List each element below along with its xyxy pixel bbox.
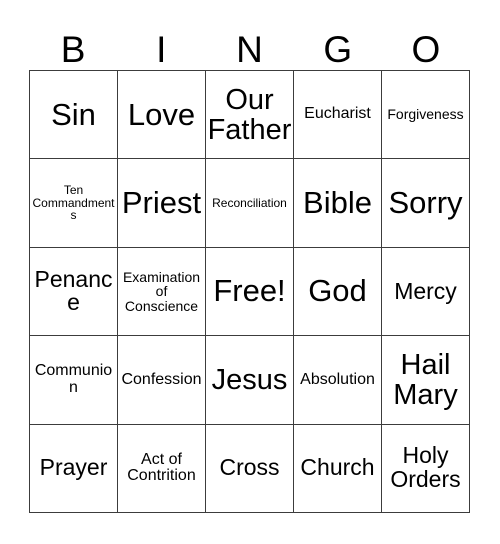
bingo-header-row: B I N G O [29,18,470,68]
bingo-cell-label: Communion [34,362,113,396]
bingo-card: B I N G O Sin Love Our Father Eucharist Forg… [0,0,500,544]
bingo-cell-label: Confession [121,370,202,388]
bingo-cell-label: Absolution [300,370,375,388]
bingo-cell-label: Ten Commandments [32,183,115,223]
bingo-cell[interactable]: Sorry [382,159,470,248]
bingo-cell-label: Church [300,454,375,481]
bingo-cell-label: Holy Orders [390,442,461,493]
bingo-cell[interactable]: Holy Orders [382,424,470,513]
bingo-cell-label: Priest [121,184,202,220]
bingo-cell[interactable]: Absolution [294,336,382,425]
bingo-cell[interactable]: Jesus [206,336,294,425]
bingo-cell-label: Act of Contrition [127,450,196,485]
bingo-cell[interactable]: Reconciliation [206,159,294,248]
bingo-cell-label: Cross [219,454,280,481]
bingo-cell-label: Examination of Conscience [122,268,201,314]
bingo-cell-label: Love [127,96,196,132]
bingo-cell[interactable]: Eucharist [294,71,382,160]
bingo-header-letter-n: N [236,29,263,70]
bingo-cell-label: Eucharist [304,105,371,123]
bingo-cell[interactable]: Act of Contrition [118,424,206,513]
bingo-cell[interactable]: Mercy [382,247,470,337]
bingo-cell-label: Our Father [207,83,292,146]
bingo-cell-label: Forgiveness [387,106,464,123]
bingo-cell-label: Bible [303,184,372,220]
bingo-cell[interactable]: Sin [30,71,118,160]
bingo-grid: Sin Love Our Father Eucharist Forgiveness Ten… [29,70,470,513]
bingo-cell[interactable]: Penance [30,247,118,337]
bingo-cell[interactable]: Free! [206,247,294,337]
bingo-cell[interactable]: Ten Commandments [30,159,118,248]
bingo-cell-label: Penance [34,265,113,316]
bingo-cell[interactable]: Cross [206,424,294,513]
bingo-header-letter-g: G [323,29,353,70]
bingo-cell-label: Hail Mary [393,348,458,411]
bingo-cell[interactable]: Examination of Conscience [118,247,206,337]
bingo-cell-label: God [308,273,367,309]
bingo-cell-label: Mercy [394,277,457,304]
bingo-cell[interactable]: Communion [30,336,118,425]
bingo-cell[interactable]: God [294,247,382,337]
bingo-cell[interactable]: Forgiveness [382,71,470,160]
bingo-cell[interactable]: Love [118,71,206,160]
bingo-cell[interactable]: Confession [118,336,206,425]
bingo-cell-label: Jesus [211,363,288,396]
bingo-cell-label: Reconciliation [212,195,287,210]
bingo-header-letter-b: B [60,29,86,70]
bingo-cell-label: Prayer [39,454,108,481]
bingo-cell-label: Free! [213,273,286,309]
bingo-cell[interactable]: Priest [118,159,206,248]
bingo-cell[interactable]: Church [294,424,382,513]
bingo-header-letter-o: O [411,29,441,70]
bingo-header-letter-i: I [156,29,167,70]
bingo-cell-label: Sorry [388,184,463,220]
bingo-cell[interactable]: Our Father [206,71,294,160]
bingo-cell-label: Sin [51,96,96,132]
bingo-cell[interactable]: Prayer [30,424,118,513]
bingo-cell[interactable]: Bible [294,159,382,248]
bingo-cell[interactable]: Hail Mary [382,336,470,425]
